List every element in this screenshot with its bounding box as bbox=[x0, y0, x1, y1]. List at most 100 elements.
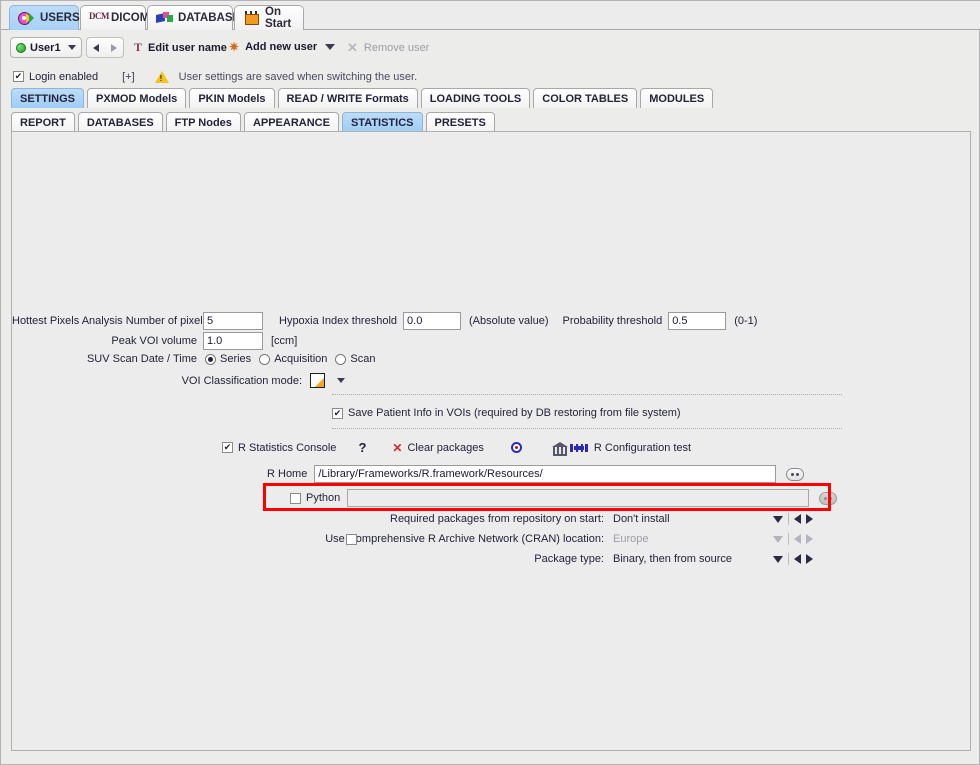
package-type-value[interactable]: Binary, then from source bbox=[613, 553, 773, 565]
warning-icon bbox=[154, 70, 169, 83]
login-row: Login enabled [+] User settings are save… bbox=[1, 67, 980, 86]
required-packages-next-icon[interactable] bbox=[806, 514, 813, 524]
chevron-down-icon bbox=[68, 45, 76, 50]
text-cursor-icon: T bbox=[134, 40, 143, 54]
tab-color-tables[interactable]: COLOR TABLES bbox=[533, 88, 638, 108]
required-packages-prev-icon[interactable] bbox=[794, 514, 801, 524]
hottest-pixels-input[interactable] bbox=[203, 312, 263, 330]
edit-user-name-button[interactable]: T Edit user name bbox=[134, 40, 227, 55]
python-checkbox[interactable] bbox=[290, 492, 301, 504]
r-home-input[interactable] bbox=[314, 465, 777, 483]
cran-location-checkbox[interactable] bbox=[346, 533, 357, 545]
help-icon[interactable]: ? bbox=[358, 440, 366, 455]
tab-pxmod-models-label: PXMOD Models bbox=[96, 92, 178, 105]
package-type-dropdown-icon[interactable] bbox=[773, 555, 783, 563]
suv-option-series-radio[interactable] bbox=[205, 353, 216, 365]
probability-threshold-note: (0-1) bbox=[734, 315, 758, 327]
peak-voi-volume-row: Peak VOI volume [ccm] bbox=[12, 332, 297, 350]
spinner-divider bbox=[788, 533, 789, 545]
r-home-browse-button[interactable] bbox=[786, 467, 805, 481]
package-type-next-icon[interactable] bbox=[806, 554, 813, 564]
chevron-left-icon bbox=[93, 43, 99, 52]
hypoxia-index-input[interactable] bbox=[403, 312, 462, 330]
tab-loading-tools[interactable]: LOADING TOOLS bbox=[420, 88, 531, 108]
tab-statistics-label: STATISTICS bbox=[350, 116, 414, 129]
on-start-icon bbox=[243, 11, 260, 25]
login-warning-text: User settings are saved when switching t… bbox=[178, 70, 418, 83]
tab-loading-tools-label: LOADING TOOLS bbox=[429, 92, 522, 105]
user-prev-button[interactable] bbox=[87, 38, 105, 57]
tab-settings[interactable]: SETTINGS bbox=[11, 88, 85, 108]
peak-voi-volume-input[interactable] bbox=[203, 332, 263, 350]
suv-option-series-label: Series bbox=[220, 353, 252, 365]
tab-read-write-formats[interactable]: READ / WRITE Formats bbox=[277, 88, 418, 108]
divider-2 bbox=[332, 428, 842, 429]
suv-option-acquisition-radio[interactable] bbox=[259, 353, 271, 365]
python-browse-button[interactable] bbox=[819, 491, 838, 505]
user-status-icon bbox=[16, 42, 26, 53]
user-select[interactable]: User1 bbox=[10, 37, 82, 58]
package-type-label: Package type: bbox=[534, 553, 604, 565]
tab-presets[interactable]: PRESETS bbox=[425, 112, 495, 132]
top-tab-users[interactable]: USERS bbox=[9, 5, 80, 30]
user-toolbar: User1 T Edit user name ✷ Add new user ✕ … bbox=[1, 30, 980, 67]
add-new-user-button[interactable]: ✷ Add new user bbox=[229, 40, 317, 54]
cran-location-next-icon[interactable] bbox=[806, 534, 813, 544]
package-type-row: Package type: Binary, then from source bbox=[12, 553, 813, 565]
top-tab-dicom[interactable]: DCM DICOM bbox=[80, 5, 149, 30]
top-tab-on-start[interactable]: On Start bbox=[234, 5, 304, 30]
cran-location-dropdown-icon[interactable] bbox=[773, 535, 783, 543]
clear-packages-label[interactable]: Clear packages bbox=[407, 442, 483, 454]
tab-modules-label: MODULES bbox=[649, 92, 705, 105]
cran-location-value[interactable]: Europe bbox=[613, 533, 773, 545]
python-path-input[interactable] bbox=[347, 489, 810, 507]
tab-databases[interactable]: DATABASES bbox=[77, 112, 163, 132]
r-configuration-test-label[interactable]: R Configuration test bbox=[594, 442, 691, 454]
sparkle-icon: ✷ bbox=[229, 40, 240, 54]
required-packages-label: Required packages from repository on sta… bbox=[390, 513, 604, 525]
tab-modules[interactable]: MODULES bbox=[640, 88, 714, 108]
tab-appearance[interactable]: APPEARANCE bbox=[243, 112, 339, 132]
required-packages-value[interactable]: Don't install bbox=[613, 513, 773, 525]
user-select-value: User1 bbox=[30, 41, 61, 54]
voi-classification-dropdown-icon[interactable] bbox=[337, 378, 345, 383]
python-row: Python bbox=[290, 489, 838, 507]
tab-statistics[interactable]: STATISTICS bbox=[341, 112, 423, 132]
cran-location-row: Use Comprehensive R Archive Network (CRA… bbox=[12, 533, 813, 545]
required-packages-dropdown-icon[interactable] bbox=[773, 515, 783, 523]
tab-report[interactable]: REPORT bbox=[11, 112, 75, 132]
tab-color-tables-label: COLOR TABLES bbox=[542, 92, 629, 105]
login-enabled-checkbox[interactable] bbox=[13, 71, 24, 82]
tab-pxmod-models[interactable]: PXMOD Models bbox=[87, 88, 187, 108]
add-user-dropdown-button[interactable] bbox=[325, 44, 335, 50]
package-type-prev-icon[interactable] bbox=[794, 554, 801, 564]
remove-user-button[interactable]: ✕ Remove user bbox=[347, 40, 429, 56]
tab-pkin-models-label: PKIN Models bbox=[198, 92, 266, 105]
package-type-spinner[interactable] bbox=[773, 553, 813, 565]
tab-pkin-models[interactable]: PKIN Models bbox=[189, 88, 275, 108]
tab-ftp-nodes[interactable]: FTP Nodes bbox=[165, 112, 241, 132]
probability-threshold-label: Probability threshold bbox=[562, 315, 663, 327]
save-patient-info-checkbox[interactable] bbox=[332, 407, 343, 419]
r-home-label: R Home bbox=[267, 468, 308, 480]
user-next-button[interactable] bbox=[105, 38, 123, 57]
suv-option-scan-radio[interactable] bbox=[335, 353, 347, 365]
required-packages-spinner[interactable] bbox=[773, 513, 813, 525]
gradient-swatch-icon[interactable] bbox=[310, 373, 325, 388]
r-statistics-console-checkbox[interactable] bbox=[222, 442, 233, 453]
cran-location-label: Use Comprehensive R Archive Network (CRA… bbox=[325, 533, 604, 545]
top-tab-on-start-label: On Start bbox=[265, 6, 292, 30]
expand-toggle[interactable]: [+] bbox=[122, 71, 135, 83]
cran-location-prev-icon[interactable] bbox=[794, 534, 801, 544]
r-home-row: R Home bbox=[267, 465, 805, 483]
save-patient-info-label: Save Patient Info in VOIs (required by D… bbox=[348, 407, 681, 419]
probability-threshold-input[interactable] bbox=[668, 312, 727, 330]
remove-user-label: Remove user bbox=[363, 42, 430, 54]
top-tab-database[interactable]: DATABASE bbox=[147, 5, 240, 30]
close-icon: ✕ bbox=[347, 40, 358, 55]
target-icon[interactable] bbox=[510, 442, 522, 453]
user-nav-buttons[interactable] bbox=[86, 37, 124, 58]
cran-location-spinner[interactable] bbox=[773, 533, 813, 545]
save-patient-info-row: Save Patient Info in VOIs (required by D… bbox=[332, 407, 681, 419]
divider-1 bbox=[332, 394, 842, 395]
